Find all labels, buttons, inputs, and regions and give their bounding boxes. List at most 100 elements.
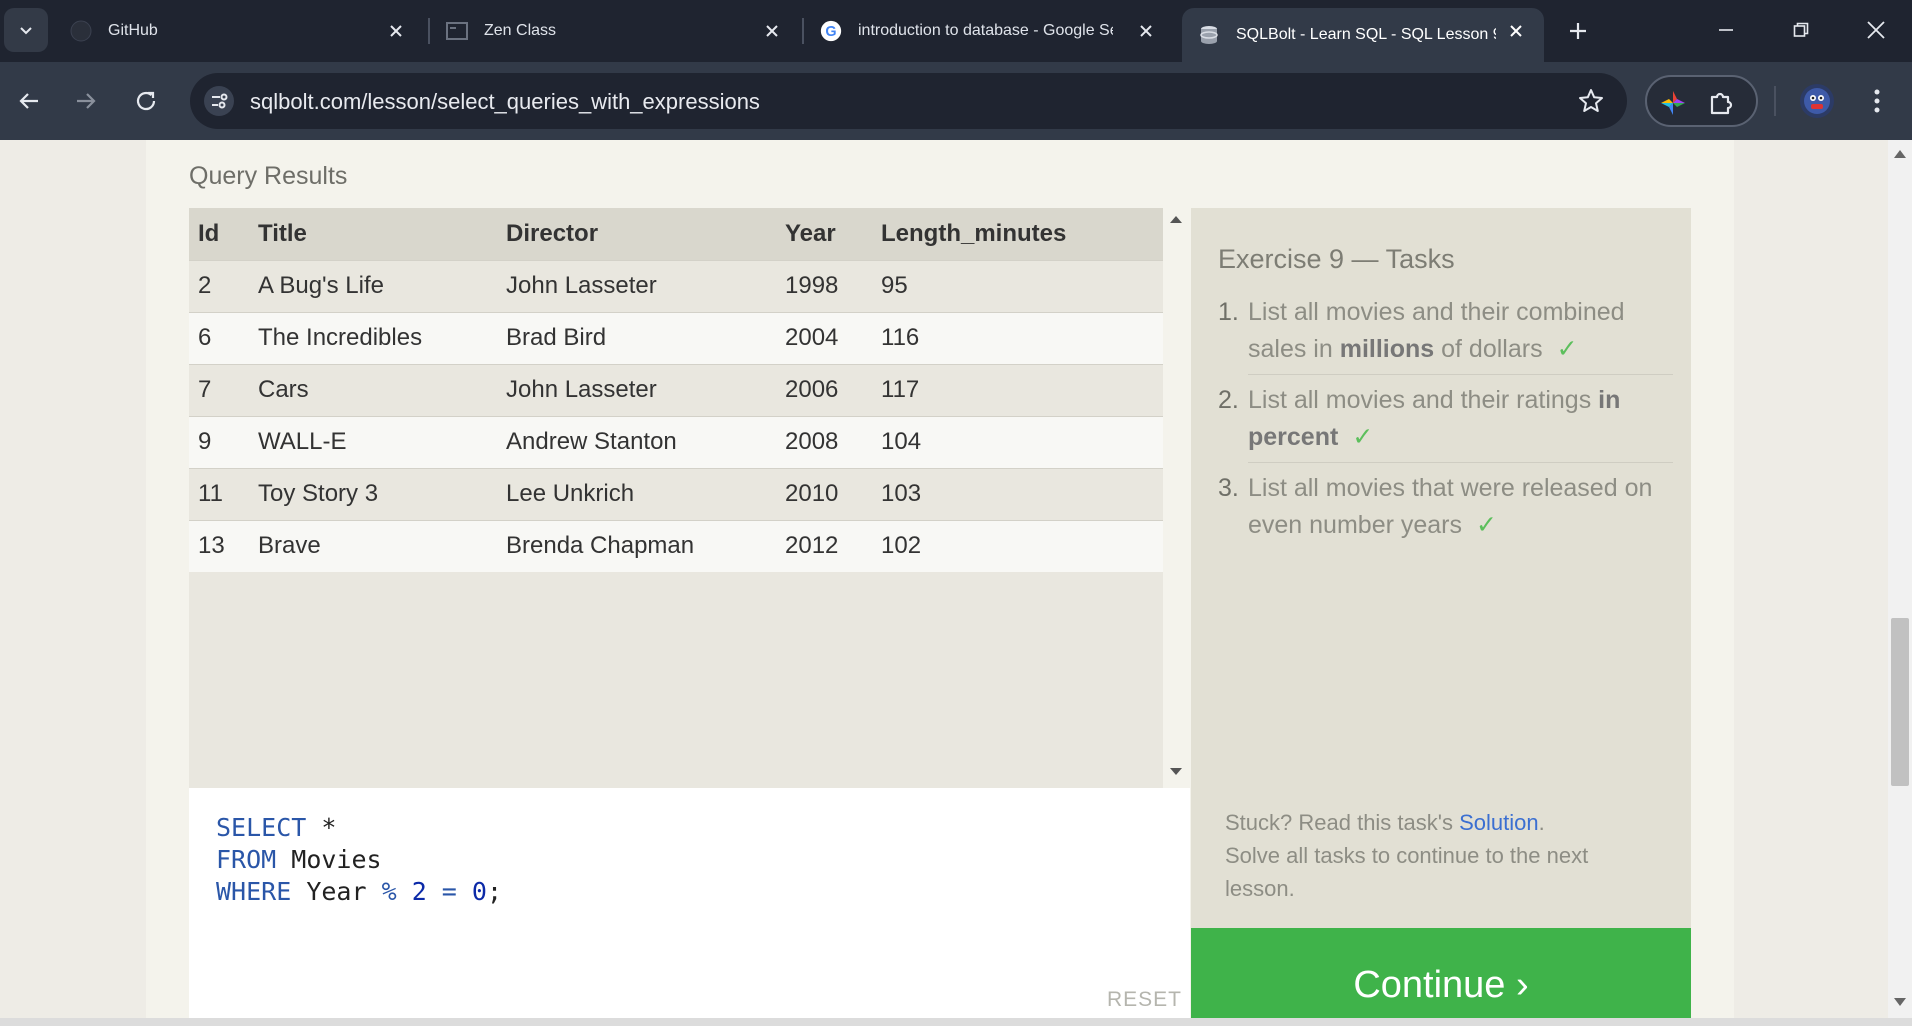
stuck-help-text: Stuck? Read this task's Solution. Solve … (1225, 806, 1645, 905)
cell-year: 2006 (776, 363, 872, 416)
cell-title: Brave (249, 519, 497, 572)
address-bar[interactable]: sqlbolt.com/lesson/select_queries_with_e… (190, 73, 1627, 129)
scroll-down-arrow-icon[interactable] (1170, 768, 1182, 775)
zen-class-icon (446, 20, 468, 42)
more-vertical-icon (1874, 89, 1880, 113)
tab-sqlbolt[interactable]: SQLBolt - Learn SQL - SQL Lesson 9: Quer… (1182, 8, 1544, 62)
close-icon[interactable] (1504, 19, 1528, 43)
task-text: List all movies and their ratings (1248, 386, 1599, 414)
close-icon[interactable] (384, 19, 408, 43)
sqlbolt-icon (1198, 24, 1220, 46)
arrow-left-icon (19, 93, 38, 109)
task-bold-text: millions (1339, 335, 1435, 363)
continue-button[interactable]: Continue › (1191, 928, 1691, 1018)
cell-director: John Lasseter (497, 259, 776, 312)
cell-title: The Incredibles (249, 311, 497, 364)
scroll-up-arrow-icon[interactable] (1894, 150, 1906, 158)
forward-button[interactable] (67, 82, 105, 120)
cell-id: 7 (189, 363, 249, 416)
sql-code[interactable]: SELECT * FROM Movies WHERE Year % 2 = 0; (216, 812, 502, 908)
reload-button[interactable] (127, 82, 165, 120)
cell-length-minutes: 102 (872, 519, 1163, 572)
bookmark-star-icon[interactable] (1577, 87, 1605, 115)
puzzle-piece-icon[interactable] (1705, 87, 1737, 119)
cell-year: 1998 (776, 259, 872, 312)
query-results-table-container[interactable]: Id Title Director Year Length_minutes 2 … (189, 208, 1163, 788)
stuck-suffix: . (1538, 810, 1545, 835)
close-icon (1867, 21, 1885, 39)
cell-year: 2008 (776, 415, 872, 468)
table-row: 9 WALL-E Andrew Stanton 2008 104 (189, 415, 1163, 468)
tab-title: SQLBolt - Learn SQL - SQL Lesson 9: Quer… (1236, 26, 1496, 43)
close-icon[interactable] (1134, 19, 1158, 43)
url-text: sqlbolt.com/lesson/select_queries_with_e… (250, 89, 760, 114)
table-row: 6 The Incredibles Brad Bird 2004 116 (189, 311, 1163, 364)
profile-avatar[interactable] (1800, 84, 1834, 118)
sql-text: Year (291, 877, 382, 906)
cell-id: 9 (189, 415, 249, 468)
reset-button[interactable]: RESET (1107, 988, 1182, 1012)
stuck-prefix: Stuck? Read this task's (1225, 810, 1460, 835)
checkmark-icon: ✓ (1352, 423, 1374, 451)
tab-search-button[interactable] (4, 8, 48, 52)
results-scrollbar[interactable] (1163, 208, 1189, 788)
task-number: 2. (1218, 386, 1239, 414)
site-settings-icon[interactable] (204, 86, 234, 116)
cell-director: Lee Unkrich (497, 467, 776, 520)
scrollbar-thumb[interactable] (1891, 618, 1909, 786)
cell-id: 13 (189, 519, 249, 572)
minimize-button[interactable] (1706, 12, 1746, 48)
tab-title: GitHub (108, 22, 158, 39)
page-viewport: Query Results Id Title Director Year Len… (0, 140, 1888, 1018)
cell-id: 6 (189, 311, 249, 364)
tab-github[interactable]: GitHub (54, 8, 424, 54)
column-header-year: Year (776, 208, 872, 260)
tab-google-search[interactable]: G introduction to database - Google Sear… (804, 8, 1174, 54)
restore-button[interactable] (1781, 12, 1821, 48)
window-close-button[interactable] (1856, 12, 1896, 48)
scroll-up-arrow-icon[interactable] (1170, 216, 1182, 223)
task-number: 3. (1218, 474, 1239, 502)
sql-number: 0 (456, 877, 487, 906)
back-button[interactable] (10, 82, 48, 120)
task-number: 1. (1218, 298, 1239, 326)
cell-title: Toy Story 3 (249, 467, 497, 520)
table-header-row: Id Title Director Year Length_minutes (189, 208, 1163, 260)
cell-year: 2010 (776, 467, 872, 520)
solution-link[interactable]: Solution (1459, 810, 1539, 835)
column-header-director: Director (497, 208, 776, 260)
tab-zen-class[interactable]: Zen Class (430, 8, 800, 54)
checkmark-icon: ✓ (1476, 511, 1497, 539)
cell-title: WALL-E (249, 415, 497, 468)
table-row: 7 Cars John Lasseter 2006 117 (189, 363, 1163, 416)
task-item: 1. List all movies and their combined sa… (1218, 294, 1673, 375)
svg-text:G: G (825, 24, 836, 40)
scroll-down-arrow-icon[interactable] (1894, 998, 1906, 1006)
column-header-id: Id (189, 208, 249, 260)
sql-number: 2 (396, 877, 442, 906)
github-icon (70, 20, 92, 42)
sql-editor[interactable]: SELECT * FROM Movies WHERE Year % 2 = 0;… (189, 788, 1190, 1018)
cell-length-minutes: 95 (872, 259, 1163, 312)
cell-director: Brenda Chapman (497, 519, 776, 572)
task-text: List all movies that were released on ev… (1248, 474, 1653, 539)
new-tab-button[interactable] (1560, 13, 1596, 49)
browser-menu-button[interactable] (1860, 84, 1894, 118)
sql-keyword: FROM (216, 845, 277, 874)
exercise-tasks-panel: Exercise 9 — Tasks 1. List all movies an… (1191, 208, 1691, 1018)
task-item: 2. List all movies and their ratings in … (1218, 382, 1673, 463)
chevron-down-icon (20, 27, 32, 35)
cell-year: 2004 (776, 311, 872, 364)
page-scrollbar[interactable] (1888, 140, 1912, 1018)
plus-icon (1570, 23, 1586, 39)
table-row: 13 Brave Brenda Chapman 2012 102 (189, 519, 1163, 572)
color-picker-extension-icon[interactable] (1657, 87, 1689, 119)
toolbar-separator (1774, 86, 1776, 116)
table-row: 2 A Bug's Life John Lasseter 1998 95 (189, 259, 1163, 312)
solve-all-hint: Solve all tasks to continue to the next … (1225, 843, 1589, 901)
google-icon: G (820, 20, 842, 42)
sql-operator: = (441, 877, 457, 906)
sql-text: ; (486, 877, 503, 906)
table-row: 11 Toy Story 3 Lee Unkrich 2010 103 (189, 467, 1163, 520)
close-icon[interactable] (760, 19, 784, 43)
